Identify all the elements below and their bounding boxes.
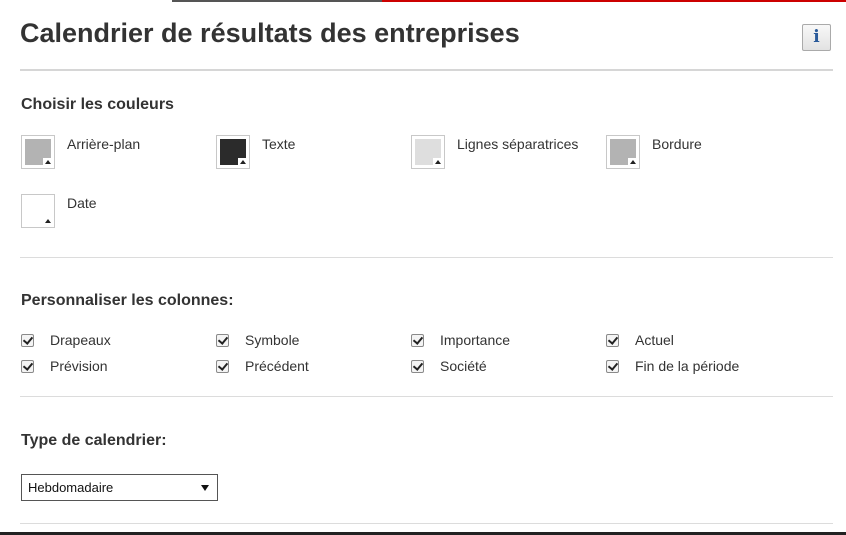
swatch-border[interactable]: [606, 135, 640, 169]
checkbox-label: Importance: [440, 332, 511, 348]
checkbox-checked[interactable]: [216, 333, 229, 347]
caret-up-icon: [43, 217, 53, 226]
section-divider: [20, 396, 833, 397]
caret-up-icon: [238, 158, 248, 167]
checkbox-checked[interactable]: [21, 333, 34, 347]
checkbox-label: Drapeaux: [50, 332, 111, 348]
checkbox-checked[interactable]: [411, 333, 424, 347]
checkbox-item-period-end[interactable]: Fin de la période: [606, 357, 739, 375]
section-divider: [20, 257, 833, 258]
checkbox-label: Société: [440, 358, 487, 374]
checkbox-label: Symbole: [245, 332, 300, 348]
swatch-separator-lines-label: Lignes séparatrices: [457, 136, 579, 152]
info-icon: i: [813, 27, 820, 47]
checkbox-item-forecast[interactable]: Prévision: [21, 357, 108, 375]
page-title: Calendrier de résultats des entreprises: [20, 18, 520, 48]
colors-section-title: Choisir les couleurs: [21, 96, 174, 113]
caret-up-icon: [628, 158, 638, 167]
swatch-date[interactable]: [21, 194, 55, 228]
header-divider: [20, 69, 833, 71]
checkbox-item-company[interactable]: Société: [411, 357, 487, 375]
info-button[interactable]: i: [802, 24, 831, 51]
checkbox-label: Prévision: [50, 358, 108, 374]
calendar-settings-page: Calendrier de résultats des entreprises …: [0, 0, 846, 535]
swatch-border-label: Bordure: [652, 136, 702, 152]
checkbox-checked[interactable]: [21, 359, 34, 373]
section-divider: [20, 523, 833, 524]
checkbox-item-symbol[interactable]: Symbole: [216, 331, 299, 349]
checkbox-item-flags[interactable]: Drapeaux: [21, 331, 111, 349]
checkbox-item-actual[interactable]: Actuel: [606, 331, 674, 349]
swatch-date-label: Date: [67, 195, 97, 211]
swatch-background-label: Arrière-plan: [67, 136, 141, 152]
caret-up-icon: [43, 158, 53, 167]
checkbox-label: Précédent: [245, 358, 309, 374]
top-accent-bar: [172, 0, 846, 2]
checkbox-checked[interactable]: [216, 359, 229, 373]
swatch-text-label: Texte: [262, 136, 296, 152]
swatch-separator-lines[interactable]: [411, 135, 445, 169]
calendar-type-title: Type de calendrier:: [21, 432, 167, 449]
swatch-text[interactable]: [216, 135, 250, 169]
checkbox-checked[interactable]: [606, 333, 619, 347]
calendar-type-select[interactable]: Hebdomadaire: [21, 474, 218, 501]
checkbox-label: Fin de la période: [635, 358, 740, 374]
checkbox-label: Actuel: [635, 332, 674, 348]
calendar-type-value: Hebdomadaire: [28, 480, 114, 495]
caret-up-icon: [433, 158, 443, 167]
columns-section-title: Personnaliser les colonnes:: [21, 292, 234, 309]
checkbox-item-importance[interactable]: Importance: [411, 331, 510, 349]
checkbox-checked[interactable]: [411, 359, 424, 373]
checkbox-checked[interactable]: [606, 359, 619, 373]
checkbox-item-previous[interactable]: Précédent: [216, 357, 309, 375]
swatch-background[interactable]: [21, 135, 55, 169]
dropdown-arrow-icon: [201, 484, 209, 491]
